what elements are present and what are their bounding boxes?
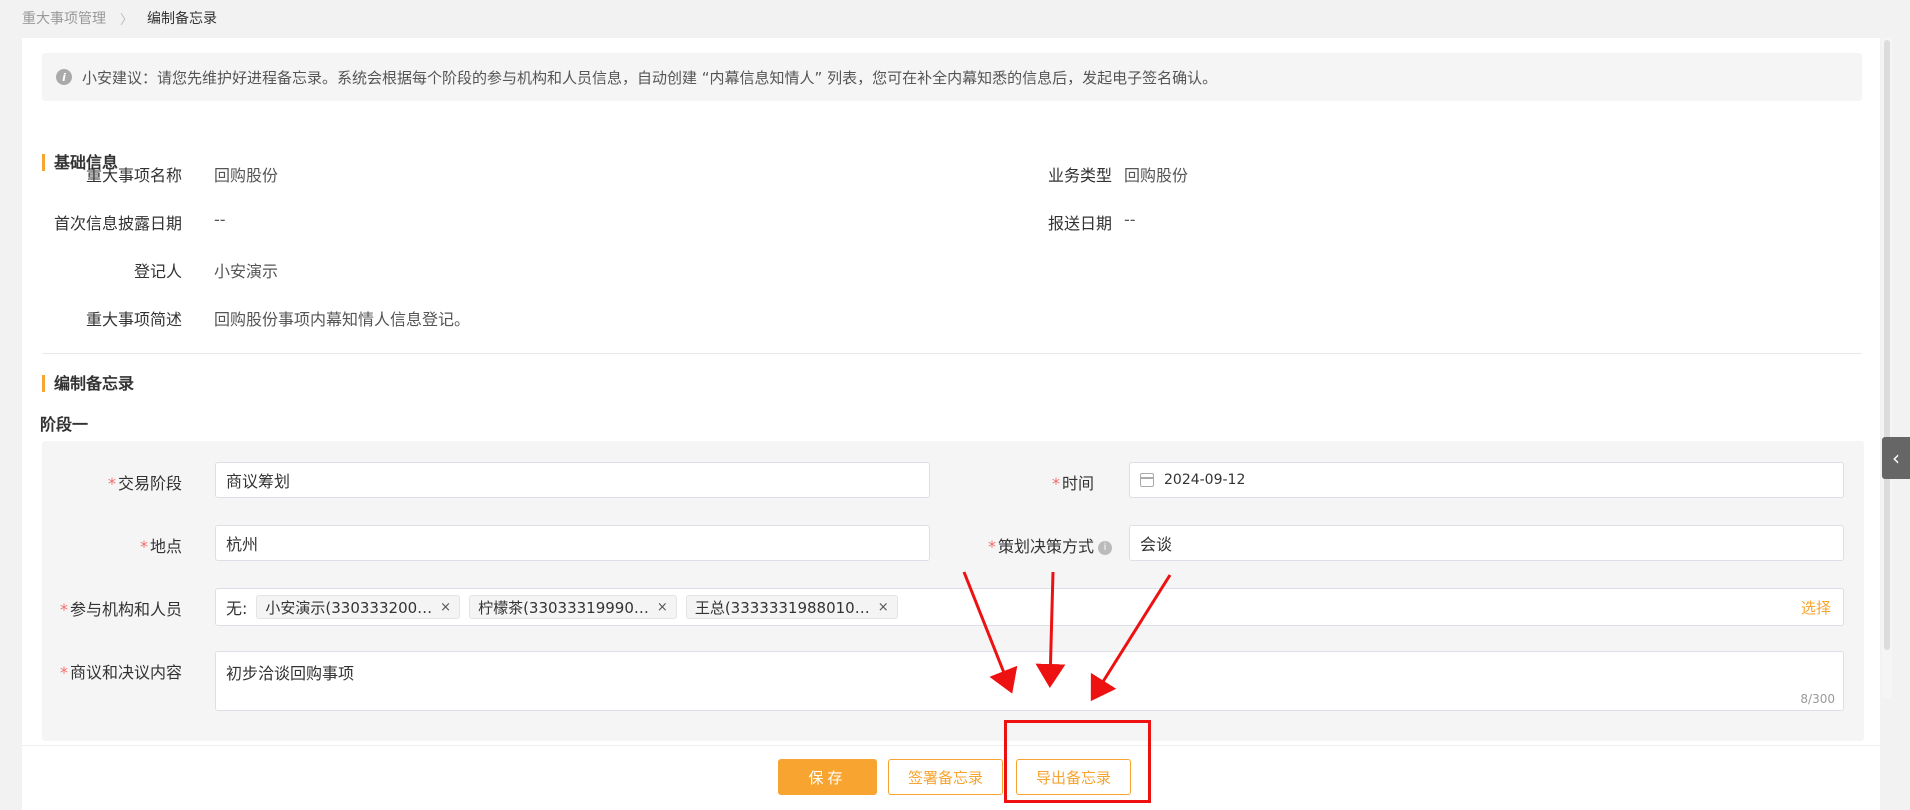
scrollbar-thumb[interactable] [1884, 40, 1890, 650]
annotation-arrow-right [1090, 574, 1172, 702]
annotation-arrows [962, 571, 1172, 702]
chevron-left-icon[interactable]: ‹ [1882, 437, 1910, 479]
annotation-arrow-left [962, 571, 1018, 694]
annotation-arrow-middle [1035, 571, 1066, 688]
